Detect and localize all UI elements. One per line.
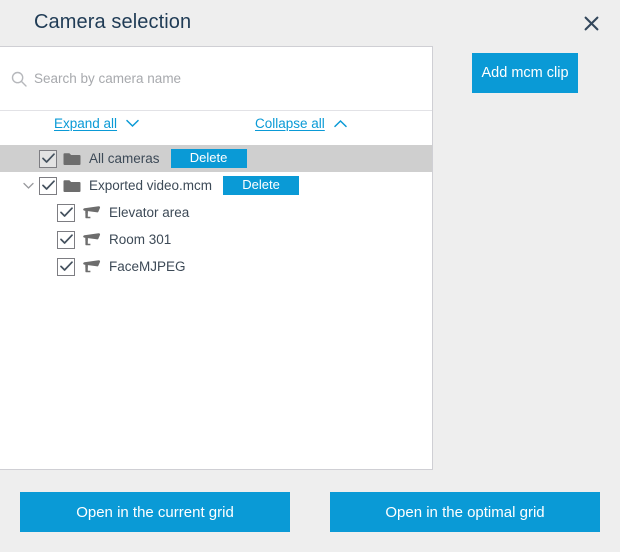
tree-node-label: Elevator area (109, 205, 190, 220)
search-row[interactable] (0, 47, 432, 111)
check-icon (41, 180, 55, 190)
tree-checkbox[interactable] (57, 257, 75, 276)
check-icon (59, 207, 73, 217)
camera-tree: All cameras Delete Exported video.mcm Delet… (0, 145, 432, 469)
expand-all-label: Expand all (54, 116, 118, 131)
tree-checkbox[interactable] (57, 203, 75, 222)
tree-row[interactable]: All cameras Delete (0, 145, 432, 172)
camera-icon (81, 205, 101, 220)
dialog-header: Camera selection (0, 0, 620, 46)
tree-checkbox[interactable] (39, 176, 57, 195)
search-icon (11, 71, 27, 87)
folder-icon (63, 179, 81, 193)
tree-actions: Expand all Collapse all (0, 111, 432, 143)
open-in-optimal-grid-button[interactable]: Open in the optimal grid (330, 492, 600, 532)
search-input[interactable] (34, 71, 364, 86)
add-mcm-clip-button[interactable]: Add mcm clip (472, 53, 578, 93)
tree-node-label: Exported video.mcm (89, 178, 213, 193)
check-icon (59, 261, 73, 271)
tree-row[interactable]: Elevator area (0, 199, 432, 226)
delete-button[interactable]: Delete (223, 176, 300, 195)
delete-button[interactable]: Delete (170, 149, 247, 168)
open-in-current-grid-button[interactable]: Open in the current grid (20, 492, 290, 532)
camera-selection-panel: Expand all Collapse all All cameras Delet… (0, 46, 433, 470)
expand-all-button[interactable]: Expand all (54, 116, 139, 131)
page-title: Camera selection (34, 11, 192, 33)
tree-expand-toggle[interactable] (17, 182, 39, 190)
camera-icon (81, 232, 101, 247)
dialog-footer: Open in the current grid Open in the opt… (0, 470, 620, 552)
folder-icon (63, 152, 81, 166)
tree-node-label: FaceMJPEG (109, 259, 186, 274)
chevron-down-icon (22, 182, 34, 189)
tree-node-label: Room 301 (109, 232, 172, 247)
tree-checkbox[interactable] (57, 230, 75, 249)
close-icon (584, 16, 599, 31)
chevron-up-icon (334, 116, 347, 131)
tree-row[interactable]: FaceMJPEG (0, 253, 432, 280)
tree-row[interactable]: Exported video.mcm Delete (0, 172, 432, 199)
tree-checkbox[interactable] (39, 149, 57, 168)
tree-node-label: All cameras (89, 151, 160, 166)
check-icon (59, 234, 73, 244)
camera-icon (81, 259, 101, 274)
check-icon (41, 153, 55, 163)
collapse-all-button[interactable]: Collapse all (255, 116, 347, 131)
chevron-down-icon (126, 116, 139, 131)
tree-row[interactable]: Room 301 (0, 226, 432, 253)
close-button[interactable] (576, 8, 606, 38)
collapse-all-label: Collapse all (255, 116, 325, 131)
